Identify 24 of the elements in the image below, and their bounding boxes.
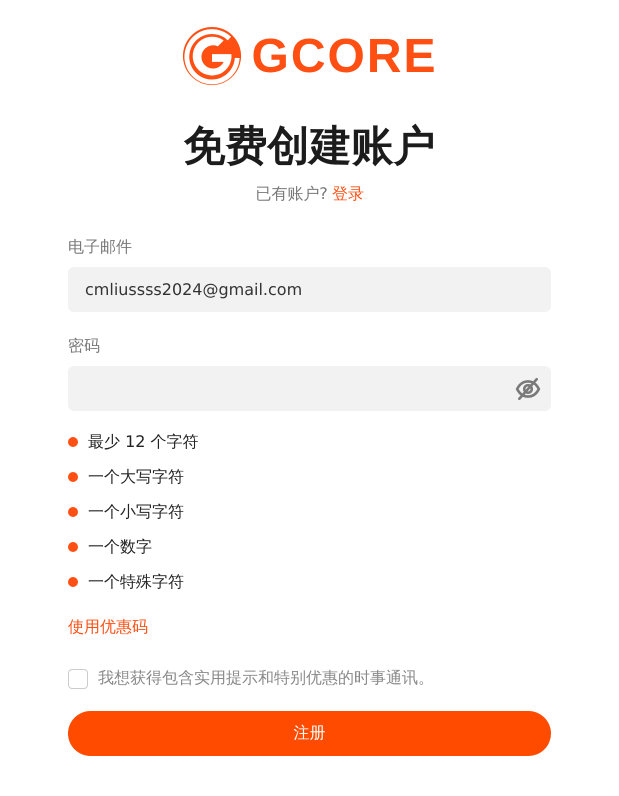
password-label: 密码 (68, 335, 101, 357)
password-requirement: 一个数字 (88, 536, 152, 558)
bullet-icon (68, 507, 78, 517)
page-title: 免费创建账户 (184, 120, 436, 172)
email-field[interactable]: cmliussss2024@gmail.com (68, 267, 551, 312)
email-label: 电子邮件 (68, 236, 133, 258)
eye-slash-icon[interactable] (515, 376, 541, 402)
register-button[interactable]: 注册 (68, 711, 551, 756)
password-requirement: 一个小写字符 (88, 501, 184, 523)
bullet-icon (68, 577, 78, 587)
newsletter-label: 我想获得包含实用提示和特别优惠的时事通讯。 (98, 668, 434, 689)
login-link[interactable]: 登录 (332, 184, 364, 205)
bullet-icon (68, 437, 78, 447)
promo-code-link[interactable]: 使用优惠码 (68, 617, 148, 638)
logo-wordmark: GCORE (251, 28, 438, 84)
bullet-icon (68, 472, 78, 482)
logo-icon (181, 25, 244, 87)
newsletter-checkbox[interactable] (68, 668, 88, 688)
password-requirement: 最少 12 个字符 (88, 431, 199, 453)
password-requirement: 一个大写字符 (88, 466, 184, 488)
password-requirement: 一个特殊字符 (88, 571, 184, 593)
login-prompt: 已有账户? (255, 184, 328, 205)
bullet-icon (68, 542, 78, 552)
password-field[interactable] (68, 366, 551, 411)
